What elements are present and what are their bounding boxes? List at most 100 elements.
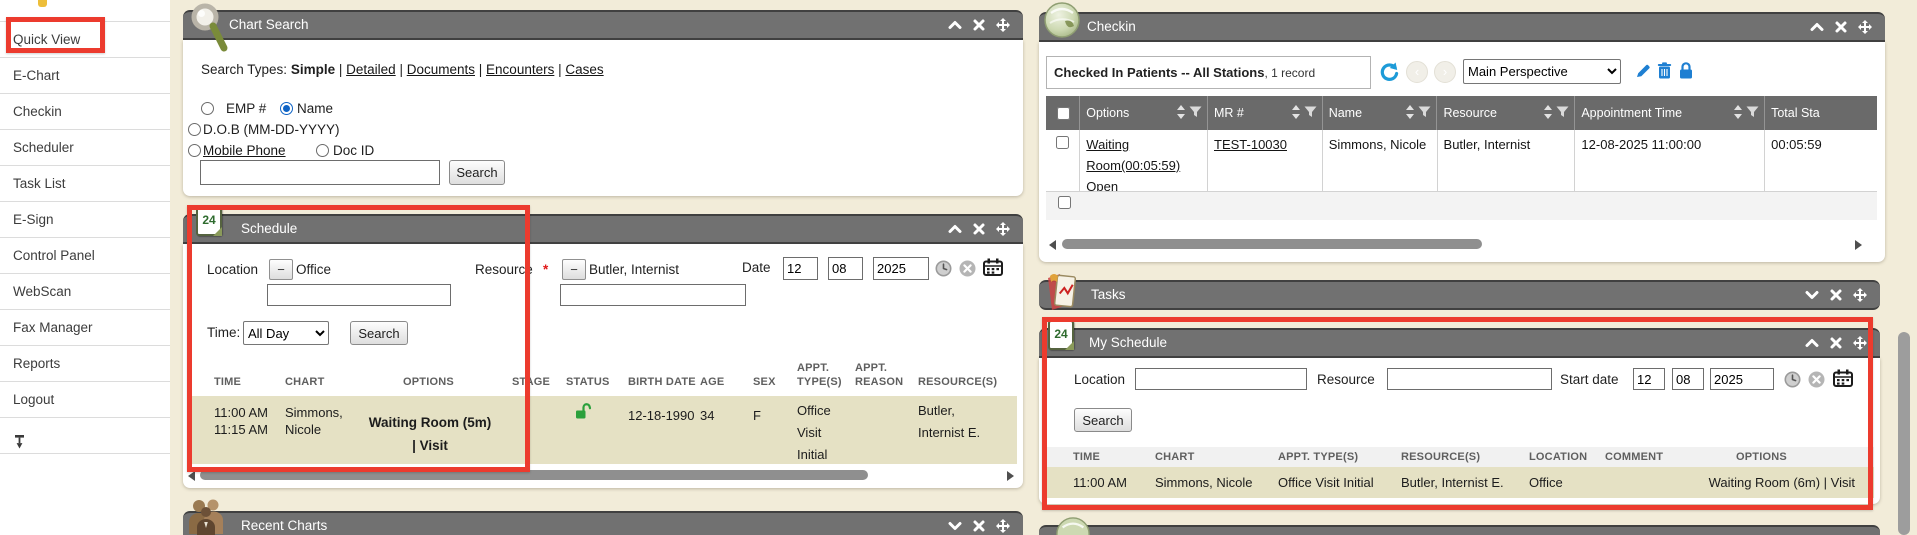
sort-icon[interactable] (1291, 105, 1301, 122)
move-icon[interactable] (1853, 336, 1867, 350)
header-options[interactable]: Options (1080, 96, 1208, 130)
appt-options[interactable]: Waiting Room (5m) | Visit (362, 411, 498, 457)
col-resources[interactable]: RESOURCE(S) (918, 376, 997, 388)
date-month-input[interactable] (783, 257, 818, 280)
mobile-phone-radio-label[interactable]: Mobile Phone (203, 143, 286, 158)
appt-options-line1[interactable]: Waiting Room (5m) (362, 411, 498, 434)
perspective-select[interactable]: Main Perspective (1463, 59, 1621, 84)
header-name[interactable]: Name (1323, 96, 1438, 130)
col-comment[interactable]: COMMENT (1605, 451, 1663, 463)
sidebar-item-logout[interactable]: Logout (0, 382, 170, 418)
date-year-input[interactable] (873, 257, 929, 280)
header-total-stay[interactable]: Total Sta (1765, 96, 1877, 130)
appt-options-line2[interactable]: | Visit (362, 434, 498, 457)
close-icon[interactable] (972, 519, 986, 533)
filter-icon[interactable] (1189, 106, 1202, 121)
horizontal-scrollbar[interactable] (200, 470, 868, 480)
expand-icon[interactable] (948, 519, 962, 533)
col-resources[interactable]: RESOURCE(S) (1401, 451, 1480, 463)
col-appt-reason-line1[interactable]: APPT. (855, 362, 887, 374)
sidebar-item-e-sign[interactable]: E-Sign (0, 202, 170, 238)
header-resource[interactable]: Resource (1437, 96, 1575, 130)
calendar-picker-icon[interactable] (1833, 369, 1853, 392)
filter-icon[interactable] (1746, 106, 1759, 121)
checkin-panel-header[interactable]: Checkin (1039, 12, 1885, 42)
next-icon[interactable]: › (1434, 61, 1456, 83)
sort-icon[interactable] (1176, 105, 1186, 122)
collapse-icon[interactable] (948, 222, 962, 236)
close-icon[interactable] (1829, 336, 1843, 350)
row-options[interactable]: Waiting Room (6m) | Visit (1639, 475, 1855, 490)
name-radio-label[interactable]: Name (297, 101, 333, 116)
search-type-documents[interactable]: Documents (407, 62, 475, 77)
sidebar-item-scheduler[interactable]: Scheduler (0, 130, 170, 166)
my-schedule-panel-header[interactable]: My Schedule (1039, 328, 1880, 358)
col-chart[interactable]: CHART (1155, 451, 1195, 463)
move-icon[interactable] (996, 519, 1010, 533)
sidebar-item-quick-view[interactable]: Quick View (0, 22, 170, 58)
close-icon[interactable] (1829, 288, 1843, 302)
time-select[interactable]: All Day (243, 321, 329, 345)
filter-icon[interactable] (1556, 106, 1569, 121)
filter-icon[interactable] (1418, 106, 1431, 121)
my-schedule-search-button[interactable]: Search (1074, 408, 1132, 432)
vertical-scrollbar[interactable] (1898, 332, 1910, 535)
col-appt-type-line1[interactable]: APPT. (797, 362, 829, 374)
tasks-panel-header[interactable]: Tasks (1039, 280, 1880, 310)
close-icon[interactable] (1834, 20, 1848, 34)
col-appt-type[interactable]: APPT. TYPE(S) (1278, 451, 1358, 463)
resource-input[interactable] (1387, 368, 1552, 390)
close-icon[interactable] (972, 18, 986, 32)
schedule-search-button[interactable]: Search (350, 321, 408, 345)
dob-radio[interactable] (188, 123, 201, 136)
prev-icon[interactable]: ‹ (1406, 61, 1428, 83)
date-day-input[interactable] (828, 257, 863, 280)
start-day-input[interactable] (1672, 368, 1704, 390)
sort-icon[interactable] (1405, 105, 1415, 122)
calendar-picker-icon[interactable] (983, 258, 1003, 281)
sidebar-pin-toggle[interactable] (0, 418, 170, 454)
col-birth-date[interactable]: BIRTH DATE (628, 376, 696, 388)
sidebar-item-webscan[interactable]: WebScan (0, 274, 170, 310)
edit-pencil-icon[interactable] (1635, 63, 1651, 84)
col-time[interactable]: TIME (1073, 451, 1100, 463)
start-month-input[interactable] (1633, 368, 1665, 390)
horizontal-scrollbar[interactable] (1062, 239, 1482, 249)
doc-id-radio[interactable] (316, 144, 329, 157)
refresh-icon[interactable] (1379, 62, 1399, 87)
resource-input[interactable] (560, 284, 746, 306)
scroll-left-arrow[interactable] (1049, 240, 1056, 250)
empty-row-checkbox[interactable] (1058, 196, 1071, 209)
move-icon[interactable] (1858, 20, 1872, 34)
clock-icon[interactable] (1784, 371, 1801, 393)
col-location[interactable]: LOCATION (1529, 451, 1587, 463)
sidebar-item-reports[interactable]: Reports (0, 346, 170, 382)
scroll-right-arrow[interactable] (1855, 240, 1862, 250)
search-type-cases[interactable]: Cases (565, 62, 603, 77)
col-time[interactable]: TIME (214, 376, 241, 388)
clear-icon[interactable] (959, 260, 976, 282)
chart-search-panel-header[interactable]: Chart Search (183, 10, 1023, 40)
waiting-room-link[interactable]: Waiting Room(00:05:59) (1086, 137, 1180, 173)
partial-panel-header[interactable] (1039, 525, 1880, 535)
collapse-icon[interactable] (948, 18, 962, 32)
schedule-panel-header[interactable]: Schedule (183, 214, 1023, 244)
row-checkbox[interactable] (1056, 136, 1069, 149)
recent-charts-panel-header[interactable]: Recent Charts (183, 511, 1023, 535)
dob-radio-label[interactable]: D.O.B (MM-DD-YYYY) (203, 122, 340, 137)
col-options[interactable]: OPTIONS (1736, 451, 1787, 463)
clock-icon[interactable] (935, 260, 952, 282)
col-sex[interactable]: SEX (753, 376, 776, 388)
chart-search-button[interactable]: Search (449, 160, 505, 185)
emp-number-radio[interactable] (201, 102, 214, 115)
col-stage[interactable]: STAGE (512, 376, 550, 388)
emp-number-radio-label[interactable]: EMP # (226, 101, 266, 116)
start-year-input[interactable] (1710, 368, 1774, 390)
col-status[interactable]: STATUS (566, 376, 610, 388)
location-input[interactable] (267, 284, 451, 306)
move-icon[interactable] (996, 18, 1010, 32)
sort-icon[interactable] (1543, 105, 1553, 122)
expand-icon[interactable] (1805, 288, 1819, 302)
move-icon[interactable] (996, 222, 1010, 236)
sidebar-item-task-list[interactable]: Task List (0, 166, 170, 202)
